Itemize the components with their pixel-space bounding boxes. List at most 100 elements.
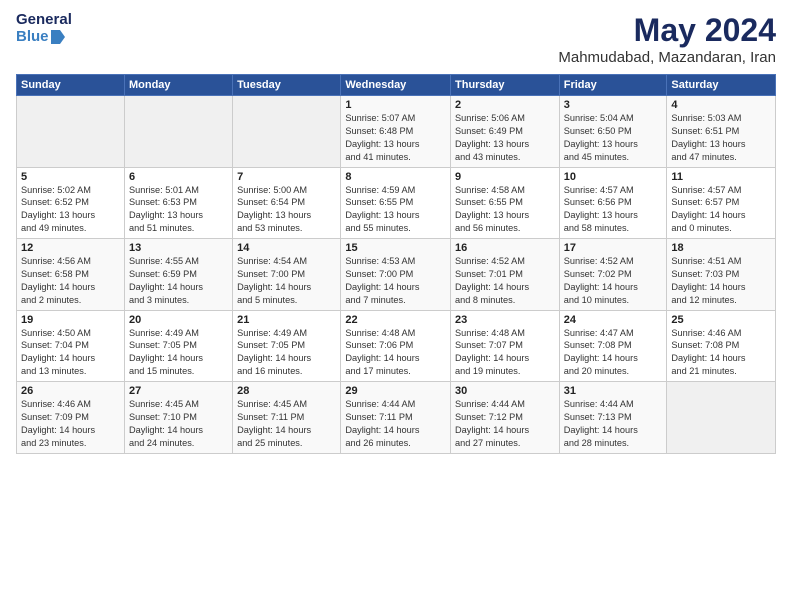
day-number: 26	[21, 385, 120, 397]
calendar-cell: 30Sunrise: 4:44 AM Sunset: 7:12 PM Dayli…	[451, 382, 560, 454]
day-info: Sunrise: 5:00 AM Sunset: 6:54 PM Dayligh…	[237, 184, 336, 236]
calendar-cell	[667, 382, 776, 454]
day-number: 4	[671, 99, 771, 111]
day-number: 14	[237, 242, 336, 254]
calendar-cell: 10Sunrise: 4:57 AM Sunset: 6:56 PM Dayli…	[559, 167, 667, 239]
calendar-cell: 14Sunrise: 4:54 AM Sunset: 7:00 PM Dayli…	[233, 239, 341, 311]
day-info: Sunrise: 4:46 AM Sunset: 7:08 PM Dayligh…	[671, 327, 771, 379]
calendar-week-5: 26Sunrise: 4:46 AM Sunset: 7:09 PM Dayli…	[17, 382, 776, 454]
day-info: Sunrise: 4:49 AM Sunset: 7:05 PM Dayligh…	[237, 327, 336, 379]
calendar-cell: 9Sunrise: 4:58 AM Sunset: 6:55 PM Daylig…	[451, 167, 560, 239]
day-info: Sunrise: 4:44 AM Sunset: 7:13 PM Dayligh…	[564, 398, 663, 450]
calendar-cell: 22Sunrise: 4:48 AM Sunset: 7:06 PM Dayli…	[341, 310, 451, 382]
day-number: 31	[564, 385, 663, 397]
day-number: 7	[237, 171, 336, 183]
day-header-monday: Monday	[124, 75, 232, 96]
logo-general: General	[16, 12, 72, 29]
day-info: Sunrise: 5:03 AM Sunset: 6:51 PM Dayligh…	[671, 112, 771, 164]
calendar-cell: 8Sunrise: 4:59 AM Sunset: 6:55 PM Daylig…	[341, 167, 451, 239]
calendar-cell: 28Sunrise: 4:45 AM Sunset: 7:11 PM Dayli…	[233, 382, 341, 454]
calendar-cell: 27Sunrise: 4:45 AM Sunset: 7:10 PM Dayli…	[124, 382, 232, 454]
day-info: Sunrise: 4:44 AM Sunset: 7:12 PM Dayligh…	[455, 398, 555, 450]
day-number: 12	[21, 242, 120, 254]
calendar-cell: 13Sunrise: 4:55 AM Sunset: 6:59 PM Dayli…	[124, 239, 232, 311]
day-info: Sunrise: 4:55 AM Sunset: 6:59 PM Dayligh…	[129, 255, 228, 307]
day-number: 25	[671, 314, 771, 326]
calendar-cell	[233, 96, 341, 168]
day-info: Sunrise: 4:56 AM Sunset: 6:58 PM Dayligh…	[21, 255, 120, 307]
day-info: Sunrise: 5:02 AM Sunset: 6:52 PM Dayligh…	[21, 184, 120, 236]
day-number: 29	[345, 385, 446, 397]
day-number: 16	[455, 242, 555, 254]
title-block: May 2024 Mahmudabad, Mazandaran, Iran	[558, 12, 776, 66]
day-number: 1	[345, 99, 446, 111]
calendar-cell: 11Sunrise: 4:57 AM Sunset: 6:57 PM Dayli…	[667, 167, 776, 239]
calendar-cell: 24Sunrise: 4:47 AM Sunset: 7:08 PM Dayli…	[559, 310, 667, 382]
day-info: Sunrise: 4:59 AM Sunset: 6:55 PM Dayligh…	[345, 184, 446, 236]
day-number: 2	[455, 99, 555, 111]
page: General Blue May 2024 Mahmudabad, Mazand…	[0, 0, 792, 612]
day-header-wednesday: Wednesday	[341, 75, 451, 96]
calendar-cell: 18Sunrise: 4:51 AM Sunset: 7:03 PM Dayli…	[667, 239, 776, 311]
day-header-sunday: Sunday	[17, 75, 125, 96]
day-info: Sunrise: 4:44 AM Sunset: 7:11 PM Dayligh…	[345, 398, 446, 450]
day-header-tuesday: Tuesday	[233, 75, 341, 96]
day-header-thursday: Thursday	[451, 75, 560, 96]
day-number: 20	[129, 314, 228, 326]
day-info: Sunrise: 4:50 AM Sunset: 7:04 PM Dayligh…	[21, 327, 120, 379]
day-number: 22	[345, 314, 446, 326]
day-number: 24	[564, 314, 663, 326]
day-number: 6	[129, 171, 228, 183]
calendar-week-2: 5Sunrise: 5:02 AM Sunset: 6:52 PM Daylig…	[17, 167, 776, 239]
day-number: 30	[455, 385, 555, 397]
calendar-cell: 15Sunrise: 4:53 AM Sunset: 7:00 PM Dayli…	[341, 239, 451, 311]
calendar-cell: 23Sunrise: 4:48 AM Sunset: 7:07 PM Dayli…	[451, 310, 560, 382]
day-info: Sunrise: 4:48 AM Sunset: 7:06 PM Dayligh…	[345, 327, 446, 379]
day-header-saturday: Saturday	[667, 75, 776, 96]
calendar-cell: 21Sunrise: 4:49 AM Sunset: 7:05 PM Dayli…	[233, 310, 341, 382]
day-number: 5	[21, 171, 120, 183]
calendar-week-1: 1Sunrise: 5:07 AM Sunset: 6:48 PM Daylig…	[17, 96, 776, 168]
calendar-table: SundayMondayTuesdayWednesdayThursdayFrid…	[16, 74, 776, 454]
day-number: 28	[237, 385, 336, 397]
day-number: 10	[564, 171, 663, 183]
calendar-cell: 5Sunrise: 5:02 AM Sunset: 6:52 PM Daylig…	[17, 167, 125, 239]
day-number: 8	[345, 171, 446, 183]
calendar-cell: 3Sunrise: 5:04 AM Sunset: 6:50 PM Daylig…	[559, 96, 667, 168]
header: General Blue May 2024 Mahmudabad, Mazand…	[16, 12, 776, 66]
subtitle: Mahmudabad, Mazandaran, Iran	[558, 49, 776, 66]
main-title: May 2024	[558, 12, 776, 49]
calendar-cell	[124, 96, 232, 168]
day-number: 3	[564, 99, 663, 111]
day-number: 11	[671, 171, 771, 183]
day-info: Sunrise: 5:07 AM Sunset: 6:48 PM Dayligh…	[345, 112, 446, 164]
calendar-cell: 7Sunrise: 5:00 AM Sunset: 6:54 PM Daylig…	[233, 167, 341, 239]
day-number: 9	[455, 171, 555, 183]
day-info: Sunrise: 4:45 AM Sunset: 7:11 PM Dayligh…	[237, 398, 336, 450]
day-info: Sunrise: 4:47 AM Sunset: 7:08 PM Dayligh…	[564, 327, 663, 379]
calendar-cell: 17Sunrise: 4:52 AM Sunset: 7:02 PM Dayli…	[559, 239, 667, 311]
day-number: 23	[455, 314, 555, 326]
day-info: Sunrise: 5:06 AM Sunset: 6:49 PM Dayligh…	[455, 112, 555, 164]
day-number: 13	[129, 242, 228, 254]
calendar-cell: 26Sunrise: 4:46 AM Sunset: 7:09 PM Dayli…	[17, 382, 125, 454]
day-info: Sunrise: 5:01 AM Sunset: 6:53 PM Dayligh…	[129, 184, 228, 236]
calendar-cell: 25Sunrise: 4:46 AM Sunset: 7:08 PM Dayli…	[667, 310, 776, 382]
calendar-cell: 19Sunrise: 4:50 AM Sunset: 7:04 PM Dayli…	[17, 310, 125, 382]
day-info: Sunrise: 4:52 AM Sunset: 7:02 PM Dayligh…	[564, 255, 663, 307]
calendar-cell: 6Sunrise: 5:01 AM Sunset: 6:53 PM Daylig…	[124, 167, 232, 239]
calendar-cell: 2Sunrise: 5:06 AM Sunset: 6:49 PM Daylig…	[451, 96, 560, 168]
day-header-friday: Friday	[559, 75, 667, 96]
day-number: 21	[237, 314, 336, 326]
day-number: 15	[345, 242, 446, 254]
day-info: Sunrise: 4:49 AM Sunset: 7:05 PM Dayligh…	[129, 327, 228, 379]
day-number: 19	[21, 314, 120, 326]
calendar-cell: 12Sunrise: 4:56 AM Sunset: 6:58 PM Dayli…	[17, 239, 125, 311]
logo-arrow-icon	[51, 30, 65, 44]
day-number: 17	[564, 242, 663, 254]
day-number: 27	[129, 385, 228, 397]
day-number: 18	[671, 242, 771, 254]
calendar-cell: 29Sunrise: 4:44 AM Sunset: 7:11 PM Dayli…	[341, 382, 451, 454]
day-info: Sunrise: 4:54 AM Sunset: 7:00 PM Dayligh…	[237, 255, 336, 307]
day-info: Sunrise: 4:52 AM Sunset: 7:01 PM Dayligh…	[455, 255, 555, 307]
